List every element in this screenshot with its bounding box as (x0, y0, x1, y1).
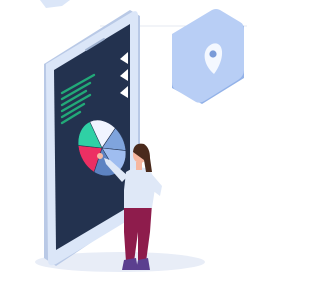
neck (136, 162, 142, 170)
map-pin-tile (172, 9, 244, 104)
map-pin-dot (209, 50, 217, 58)
background-tile (40, 0, 70, 8)
hand (97, 153, 103, 159)
illustration (35, 0, 247, 272)
